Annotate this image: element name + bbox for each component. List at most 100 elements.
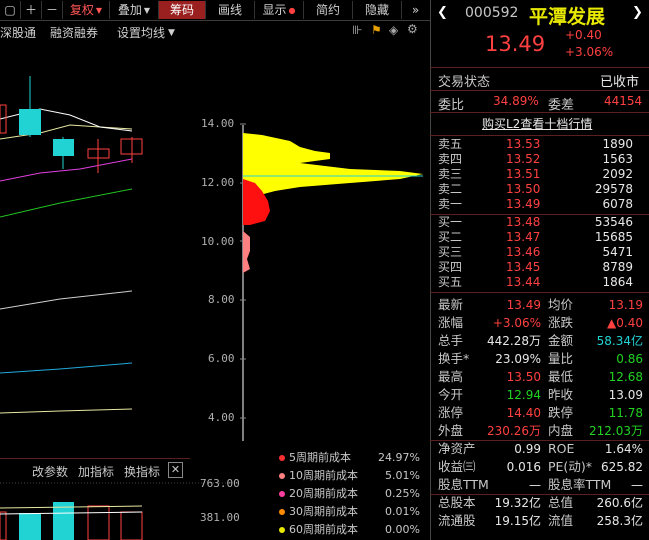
level-label: 卖三 <box>438 167 463 181</box>
close-icon[interactable]: ✕ <box>168 462 183 478</box>
stats-row: 最高 13.50 最低 12.68 <box>438 368 645 386</box>
stats-row: 流通股 19.15亿 流值 258.3亿 <box>438 512 645 530</box>
zoom-out-icon[interactable]: － <box>42 1 63 19</box>
ma60-line <box>0 290 133 310</box>
legend-dot-icon <box>279 509 285 515</box>
stat-label: 最新 <box>438 297 464 312</box>
indicator-divider <box>0 458 190 459</box>
level-label: 买五 <box>438 275 463 289</box>
stat-value: 12.94 <box>506 388 541 402</box>
chips-button[interactable]: 筹码 <box>159 1 206 19</box>
ma-setting-caret-icon[interactable]: ▼ <box>168 28 175 38</box>
connect-label[interactable]: 深股通 <box>0 24 36 41</box>
chip-legend-item: 30周期前成本 0.01% <box>277 504 422 520</box>
stat-value: 260.6亿 <box>596 496 643 510</box>
level-volume: 6078 <box>602 197 633 211</box>
ma-setting-label[interactable]: 设置均线 <box>117 24 165 41</box>
candle <box>19 109 41 135</box>
bid-row[interactable]: 买四 13.45 8789 <box>438 260 643 275</box>
ask-row[interactable]: 卖一 13.49 6078 <box>438 197 643 212</box>
weibi-value: 34.89% <box>493 94 539 108</box>
price-change-pct: +3.06% <box>565 45 614 59</box>
adjust-label: 复权 <box>69 3 94 17</box>
forward-icon[interactable]: ❯ <box>632 5 643 20</box>
level-volume: 29578 <box>594 182 633 196</box>
chip-legend-item: 20周期前成本 0.25% <box>277 486 422 502</box>
gear-icon[interactable]: ⚙ <box>407 22 418 36</box>
stat-label: ROE <box>548 441 575 456</box>
change-params-button[interactable]: 改参数 <box>32 463 68 480</box>
trade-status-label: 交易状态 <box>438 75 491 90</box>
stats-row: 总股本 19.32亿 总值 260.6亿 <box>438 494 645 512</box>
price-axis-label: 12.00 <box>201 176 235 189</box>
legend-dot-icon <box>279 455 285 461</box>
stat-label: 股息TTM <box>438 477 489 492</box>
divider <box>430 112 649 113</box>
more-icon[interactable]: » <box>402 1 429 19</box>
level-price: 13.47 <box>506 230 541 244</box>
ask-row[interactable]: 卖三 13.51 2092 <box>438 167 643 182</box>
bid-row[interactable]: 买二 13.47 15685 <box>438 230 643 245</box>
stat-value: 13.19 <box>608 298 643 312</box>
stats-row: 股息TTM — 股息率TTM — <box>438 476 645 494</box>
stat-value: 0.016 <box>506 460 541 474</box>
legend-dot-icon <box>279 473 285 479</box>
ask-row[interactable]: 卖四 13.52 1563 <box>438 152 643 167</box>
legend-pct: 0.01% <box>385 505 420 518</box>
stat-value: 19.15亿 <box>494 514 541 528</box>
level-label: 买四 <box>438 260 463 274</box>
draw-line-button[interactable]: 画线 <box>206 1 255 19</box>
zoom-in-icon[interactable]: ＋ <box>21 1 42 19</box>
level-label: 买一 <box>438 215 463 229</box>
overlay-button[interactable]: 叠加 ▼ <box>110 1 159 19</box>
hide-button[interactable]: 隐藏 <box>353 1 402 19</box>
switch-indicator-button[interactable]: 换指标 <box>124 463 160 480</box>
legend-name: 30周期前成本 <box>289 505 358 518</box>
overlay-label: 叠加 <box>117 3 142 17</box>
ask-row[interactable]: 卖五 13.53 1890 <box>438 137 643 152</box>
sub-toolbar: 深股通 融资融券 设置均线 ▼ ⊪ ⚑ ◈ ⚙ <box>0 21 430 41</box>
stat-label: 昨收 <box>548 387 574 402</box>
level-volume: 2092 <box>602 167 633 181</box>
stat-label: 总值 <box>548 495 574 510</box>
level-price: 13.50 <box>506 182 541 196</box>
stat-value: 0.86 <box>616 352 643 366</box>
stats-row: 今开 12.94 昨收 13.09 <box>438 386 645 404</box>
stat-value: 230.26万 <box>487 424 541 438</box>
level-price: 13.53 <box>506 137 541 151</box>
stat-value: 442.28万 <box>487 334 541 348</box>
display-button[interactable]: 显示 ● <box>255 1 304 19</box>
stat-value: 12.68 <box>608 370 643 384</box>
chip-options-icon[interactable]: ⊪ <box>352 23 362 37</box>
add-indicator-button[interactable]: 加指标 <box>78 463 114 480</box>
level-volume: 1864 <box>602 275 633 289</box>
back-icon[interactable]: ❮ <box>437 5 448 20</box>
stat-value: 23.09% <box>495 352 541 366</box>
ma250-line <box>0 408 133 414</box>
bid-row[interactable]: 买五 13.44 1864 <box>438 275 643 290</box>
bid-row[interactable]: 买一 13.48 53546 <box>438 215 643 230</box>
level-label: 买三 <box>438 245 463 259</box>
stat-label: 流值 <box>548 513 574 528</box>
kline-chart <box>0 76 423 441</box>
divider <box>430 292 649 293</box>
square-icon[interactable]: ▢ <box>0 1 21 19</box>
bid-row[interactable]: 买三 13.46 5471 <box>438 245 643 260</box>
chip-flag-icon[interactable]: ⚑ <box>371 23 382 37</box>
legend-name: 20周期前成本 <box>289 487 358 500</box>
margin-trading-label[interactable]: 融资融券 <box>50 24 98 41</box>
stat-value: 1.64% <box>604 442 643 456</box>
level-volume: 8789 <box>602 260 633 274</box>
l2-purchase-link[interactable]: 购买L2查看十档行情 <box>482 115 592 132</box>
trade-status-value: 已收市 <box>600 75 640 90</box>
price-axis-label: 6.00 <box>208 352 235 365</box>
ask-row[interactable]: 卖二 13.50 29578 <box>438 182 643 197</box>
stat-label: 跌停 <box>548 405 574 420</box>
volume-bar <box>120 511 143 540</box>
chip-diamond-icon[interactable]: ◈ <box>389 23 398 37</box>
simple-button[interactable]: 简约 <box>304 1 353 19</box>
level-price: 13.48 <box>506 215 541 229</box>
adjust-button[interactable]: 复权 ▼ <box>63 1 110 19</box>
stat-label: 总股本 <box>438 495 476 510</box>
ma120-line <box>0 362 133 374</box>
